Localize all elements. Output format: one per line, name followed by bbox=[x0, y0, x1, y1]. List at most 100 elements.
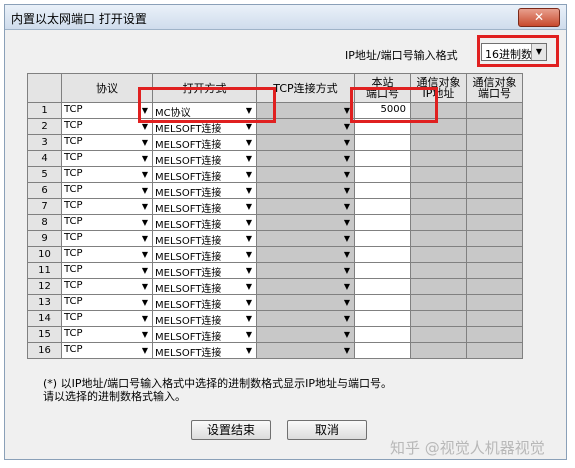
dropdown-value: TCP bbox=[64, 328, 83, 339]
dialog-title: 内置以太网端口 打开设置 bbox=[11, 12, 147, 26]
open-method-select[interactable]: MELSOFT连接 ▼ bbox=[152, 134, 257, 151]
close-button[interactable]: ✕ bbox=[518, 8, 560, 27]
open-method-select[interactable]: MELSOFT连接 ▼ bbox=[152, 278, 257, 295]
local-port-input[interactable] bbox=[354, 246, 411, 263]
protocol-select[interactable]: TCP ▼ bbox=[61, 198, 153, 215]
local-port-input[interactable] bbox=[354, 134, 411, 151]
row-number: 6 bbox=[27, 182, 62, 199]
local-port-input[interactable] bbox=[354, 214, 411, 231]
chevron-down-icon: ▼ bbox=[343, 218, 351, 227]
tcp-connection-select[interactable]: ▼ bbox=[256, 118, 355, 135]
local-port-input[interactable] bbox=[354, 278, 411, 295]
protocol-select[interactable]: TCP ▼ bbox=[61, 326, 153, 343]
remote-port-input bbox=[466, 278, 523, 295]
tcp-connection-select[interactable]: ▼ bbox=[256, 182, 355, 199]
local-port-input[interactable] bbox=[354, 166, 411, 183]
chevron-down-icon: ▼ bbox=[141, 218, 149, 227]
protocol-select[interactable]: TCP ▼ bbox=[61, 134, 153, 151]
open-method-select[interactable]: MELSOFT连接 ▼ bbox=[152, 166, 257, 183]
remote-port-input bbox=[466, 118, 523, 135]
tcp-connection-select[interactable]: ▼ bbox=[256, 102, 355, 119]
tcp-connection-select[interactable]: ▼ bbox=[256, 230, 355, 247]
local-port-input[interactable] bbox=[354, 182, 411, 199]
open-method-select[interactable]: MELSOFT连接 ▼ bbox=[152, 198, 257, 215]
protocol-select[interactable]: TCP ▼ bbox=[61, 182, 153, 199]
input-format-value: 16进制数 bbox=[485, 48, 532, 61]
protocol-select[interactable]: TCP ▼ bbox=[61, 262, 153, 279]
table-header-row: 协议 打开方式 TCP连接方式 本站 端口号 通信对象 IP地址 通信对象 端口… bbox=[27, 73, 523, 103]
open-method-select[interactable]: MELSOFT连接 ▼ bbox=[152, 150, 257, 167]
remote-port-input bbox=[466, 246, 523, 263]
tcp-connection-select[interactable]: ▼ bbox=[256, 310, 355, 327]
remote-port-input bbox=[466, 166, 523, 183]
tcp-connection-select[interactable]: ▼ bbox=[256, 342, 355, 359]
tcp-connection-select[interactable]: ▼ bbox=[256, 134, 355, 151]
protocol-select[interactable]: TCP ▼ bbox=[61, 310, 153, 327]
local-port-input[interactable] bbox=[354, 150, 411, 167]
open-method-select[interactable]: MELSOFT连接 ▼ bbox=[152, 118, 257, 135]
open-method-select[interactable]: MELSOFT连接 ▼ bbox=[152, 342, 257, 359]
remote-port-header: 通信对象 端口号 bbox=[466, 73, 523, 103]
tcp-connection-select[interactable]: ▼ bbox=[256, 214, 355, 231]
open-method-select[interactable]: MELSOFT连接 ▼ bbox=[152, 182, 257, 199]
protocol-select[interactable]: TCP ▼ bbox=[61, 118, 153, 135]
local-port-input[interactable] bbox=[354, 310, 411, 327]
dropdown-value: MELSOFT连接 bbox=[155, 204, 222, 215]
tcp-connection-select[interactable]: ▼ bbox=[256, 166, 355, 183]
row-number: 5 bbox=[27, 166, 62, 183]
row-number: 7 bbox=[27, 198, 62, 215]
open-method-select[interactable]: MELSOFT连接 ▼ bbox=[152, 310, 257, 327]
open-method-select[interactable]: MELSOFT连接 ▼ bbox=[152, 214, 257, 231]
protocol-select[interactable]: TCP ▼ bbox=[61, 150, 153, 167]
watermark: 知乎 @视觉人机器视觉 bbox=[390, 439, 545, 457]
local-port-input[interactable] bbox=[354, 198, 411, 215]
dropdown-value: MELSOFT连接 bbox=[155, 220, 222, 231]
cancel-button[interactable]: 取消 bbox=[287, 420, 367, 440]
protocol-select[interactable]: TCP ▼ bbox=[61, 342, 153, 359]
dropdown-value: TCP bbox=[64, 248, 83, 259]
local-port-input[interactable]: 5000 bbox=[354, 102, 411, 119]
remote-ip-input bbox=[410, 214, 467, 231]
chevron-down-icon: ▼ bbox=[141, 170, 149, 179]
open-method-select[interactable]: MELSOFT连接 ▼ bbox=[152, 326, 257, 343]
tcp-connection-select[interactable]: ▼ bbox=[256, 278, 355, 295]
chevron-down-icon: ▼ bbox=[245, 106, 253, 115]
open-method-select[interactable]: MELSOFT连接 ▼ bbox=[152, 294, 257, 311]
open-method-select[interactable]: MELSOFT连接 ▼ bbox=[152, 230, 257, 247]
dropdown-value: TCP bbox=[64, 136, 83, 147]
tcp-connection-select[interactable]: ▼ bbox=[256, 326, 355, 343]
protocol-select[interactable]: TCP ▼ bbox=[61, 246, 153, 263]
chevron-down-icon: ▼ bbox=[245, 122, 253, 131]
chevron-down-icon: ▼ bbox=[245, 250, 253, 259]
protocol-select[interactable]: TCP ▼ bbox=[61, 214, 153, 231]
tcp-connection-select[interactable]: ▼ bbox=[256, 246, 355, 263]
tcp-connection-select[interactable]: ▼ bbox=[256, 294, 355, 311]
protocol-select[interactable]: TCP ▼ bbox=[61, 102, 153, 119]
protocol-select[interactable]: TCP ▼ bbox=[61, 294, 153, 311]
chevron-down-icon: ▼ bbox=[343, 122, 351, 131]
open-method-select[interactable]: MELSOFT连接 ▼ bbox=[152, 246, 257, 263]
protocol-select[interactable]: TCP ▼ bbox=[61, 278, 153, 295]
tcp-connection-select[interactable]: ▼ bbox=[256, 150, 355, 167]
local-port-input[interactable] bbox=[354, 326, 411, 343]
open-method-select[interactable]: MELSOFT连接 ▼ bbox=[152, 262, 257, 279]
table-row: 6 TCP ▼ MELSOFT连接 ▼ ▼ bbox=[27, 182, 523, 199]
local-port-input[interactable] bbox=[354, 294, 411, 311]
protocol-select[interactable]: TCP ▼ bbox=[61, 166, 153, 183]
tcp-connection-select[interactable]: ▼ bbox=[256, 262, 355, 279]
dropdown-value: TCP bbox=[64, 264, 83, 275]
local-port-input[interactable] bbox=[354, 230, 411, 247]
local-port-input[interactable] bbox=[354, 342, 411, 359]
protocol-select[interactable]: TCP ▼ bbox=[61, 230, 153, 247]
chevron-down-icon: ▼ bbox=[245, 202, 253, 211]
input-format-select[interactable]: 16进制数 ▼ bbox=[481, 43, 547, 61]
open-method-select[interactable]: MC协议 ▼ bbox=[152, 102, 257, 119]
remote-port-input bbox=[466, 102, 523, 119]
remote-port-input bbox=[466, 342, 523, 359]
local-port-input[interactable] bbox=[354, 118, 411, 135]
tcp-connection-select[interactable]: ▼ bbox=[256, 198, 355, 215]
finish-settings-button[interactable]: 设置结束 bbox=[191, 420, 271, 440]
local-port-input[interactable] bbox=[354, 262, 411, 279]
row-number: 8 bbox=[27, 214, 62, 231]
protocol-header: 协议 bbox=[61, 73, 153, 103]
